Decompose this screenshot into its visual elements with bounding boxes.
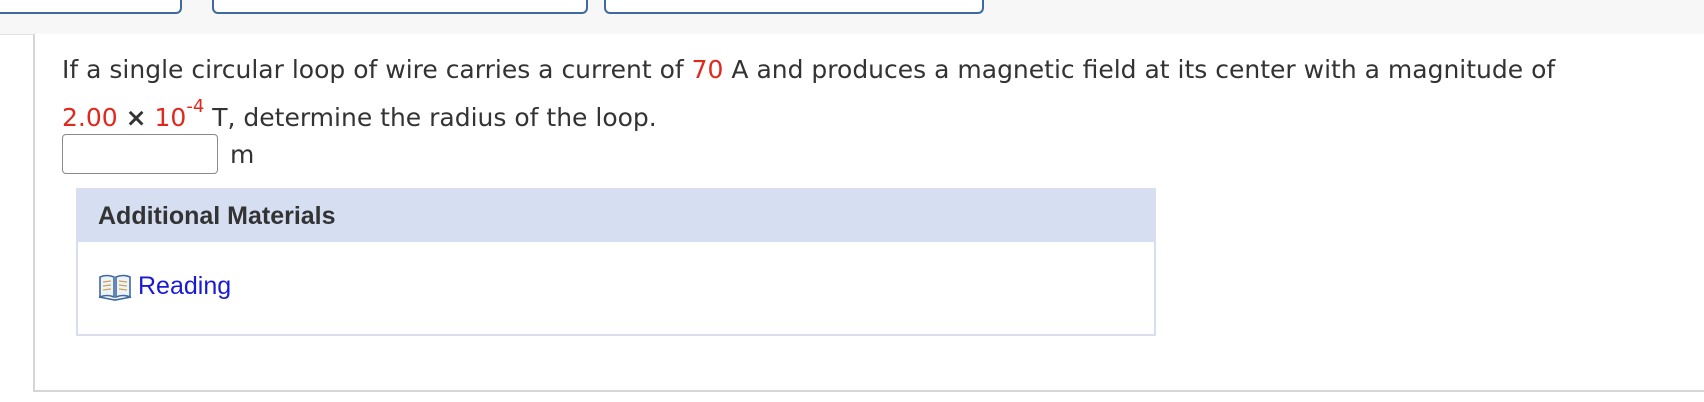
open-book-icon[interactable] — [98, 273, 132, 301]
question-part-2: A and produces a magnetic field at its c… — [731, 55, 1556, 84]
field-mantissa: 2.00 — [62, 103, 118, 132]
top-tab-1[interactable] — [0, 0, 182, 14]
answer-unit: m — [230, 139, 255, 169]
field-exponent: -4 — [186, 96, 205, 117]
question-text: If a single circular loop of wire carrie… — [62, 46, 1682, 142]
answer-row: m — [62, 132, 254, 176]
question-part-1: If a single circular loop of wire carrie… — [62, 55, 684, 84]
top-tab-strip — [0, 0, 1704, 35]
top-tab-2[interactable] — [212, 0, 588, 14]
additional-materials-box: Additional Materials Reading — [76, 188, 1156, 336]
question-part-3: T, determine the radius of the loop. — [212, 103, 657, 132]
field-base: 10 — [154, 103, 187, 132]
reading-item[interactable]: Reading — [98, 272, 231, 301]
current-value: 70 — [691, 55, 724, 84]
top-tab-3[interactable] — [604, 0, 984, 14]
radius-answer-input[interactable] — [62, 134, 218, 174]
times-sign: × — [125, 103, 147, 132]
reading-link[interactable]: Reading — [138, 272, 231, 301]
additional-materials-header: Additional Materials — [78, 190, 1154, 242]
